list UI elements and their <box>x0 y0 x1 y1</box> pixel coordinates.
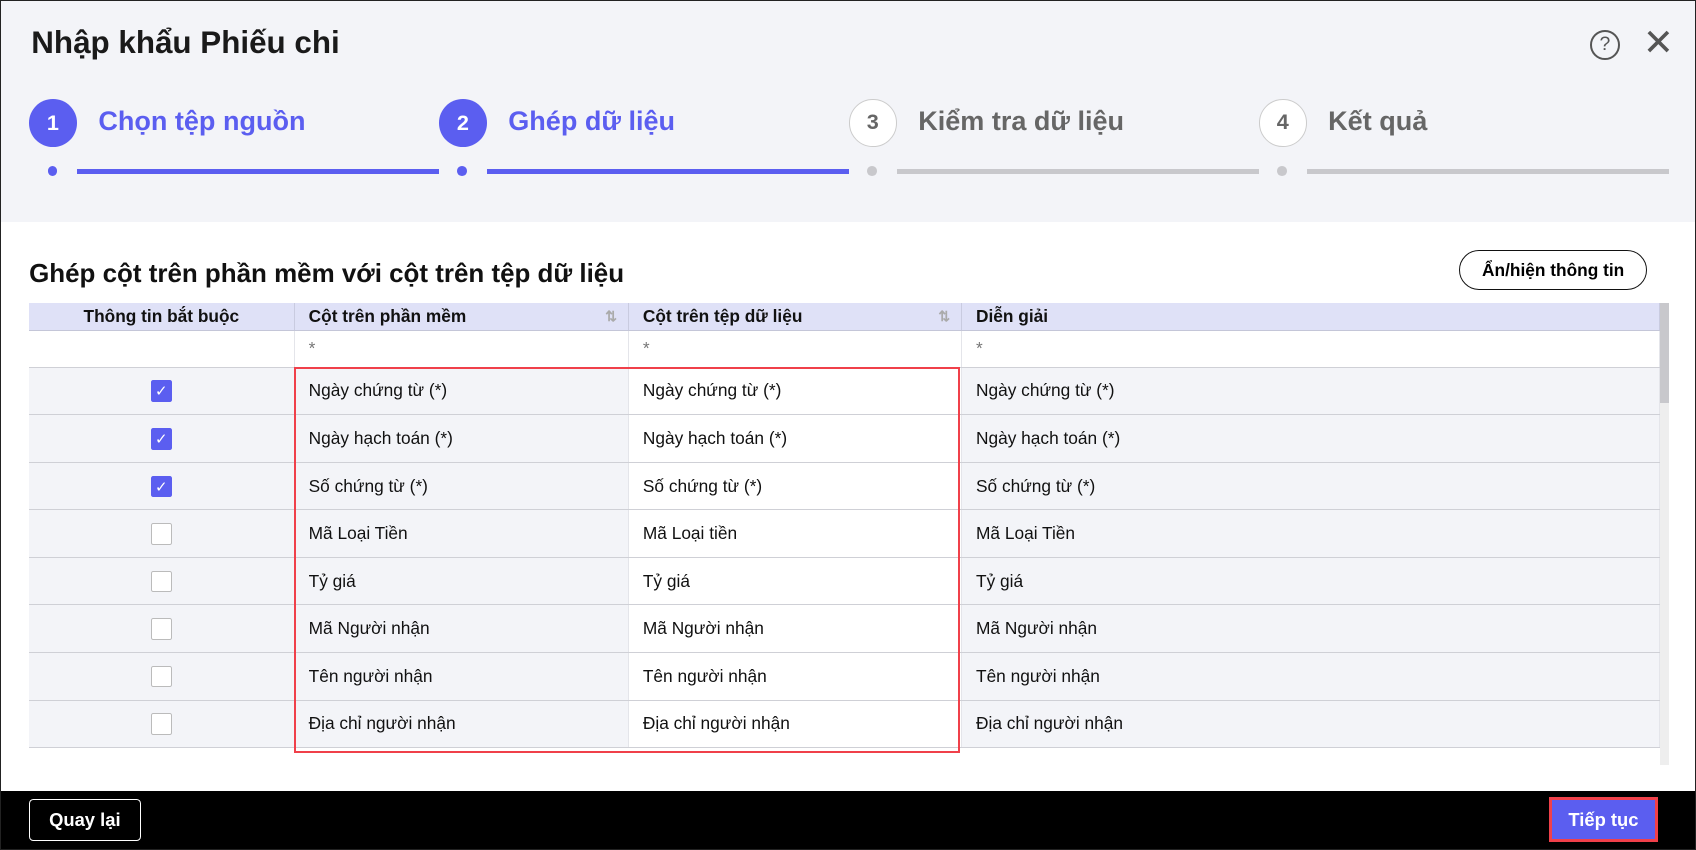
scrollbar-thumb[interactable] <box>1660 302 1669 404</box>
step-number: 3 <box>848 99 897 147</box>
description-cell: Tỷ giá <box>961 557 1661 606</box>
step-dot <box>457 166 468 177</box>
required-cell <box>29 557 295 606</box>
step-label: Kiểm tra dữ liệu <box>918 105 1125 136</box>
required-checkbox[interactable] <box>150 523 173 545</box>
description-cell: Ngày hạch toán (*) <box>961 414 1661 463</box>
step-label: Ghép dữ liệu <box>508 105 676 136</box>
filter-software-input[interactable]: * <box>294 330 629 368</box>
required-cell <box>29 604 295 654</box>
import-dialog: Nhập khẩu Phiếu chi ? ✕ 1 Chọn tệp nguồn… <box>0 0 1696 850</box>
step-number: 2 <box>439 99 487 147</box>
step-label: Chọn tệp nguồn <box>98 105 306 136</box>
help-icon[interactable]: ? <box>1589 30 1620 61</box>
filter-cell <box>29 330 295 368</box>
description-cell: Mã Loại Tiền <box>961 509 1661 558</box>
description-cell: Tên người nhận <box>961 652 1661 701</box>
required-checkbox[interactable] <box>150 618 173 640</box>
header-label: Cột trên phần mềm <box>308 305 467 326</box>
required-checkbox[interactable] <box>150 713 173 736</box>
dialog-title: Nhập khẩu Phiếu chi <box>31 24 340 60</box>
highlight-box <box>294 366 961 754</box>
step-progress-bar <box>896 168 1259 175</box>
required-cell: ✓ <box>29 462 295 511</box>
filter-row: * * * <box>29 330 1661 368</box>
sort-icon[interactable]: ⇅ <box>605 308 617 325</box>
step-progress-bar <box>76 168 440 175</box>
required-cell: ✓ <box>29 414 295 463</box>
toggle-info-button[interactable]: Ẩn/hiện thông tin <box>1459 249 1648 290</box>
required-checkbox[interactable]: ✓ <box>150 475 173 498</box>
dialog-footer: Quay lại Tiếp tục <box>1 790 1695 850</box>
description-cell: Ngày chứng từ (*) <box>961 367 1661 416</box>
close-icon[interactable]: ✕ <box>1643 24 1674 62</box>
column-header-file[interactable]: Cột trên tệp dữ liệu ⇅ <box>628 302 962 331</box>
required-checkbox[interactable]: ✓ <box>150 427 173 450</box>
column-header-required: Thông tin bắt buộc <box>29 302 295 331</box>
sort-icon[interactable]: ⇅ <box>938 308 950 325</box>
description-cell: Số chứng từ (*) <box>961 462 1661 511</box>
required-cell <box>29 700 295 749</box>
column-header-software[interactable]: Cột trên phần mềm ⇅ <box>294 302 629 331</box>
step-dot <box>867 166 878 177</box>
description-cell: Địa chỉ người nhận <box>961 700 1661 749</box>
required-cell <box>29 652 295 701</box>
required-cell: ✓ <box>29 367 295 416</box>
required-checkbox[interactable] <box>150 570 173 593</box>
step-dot <box>1277 166 1288 177</box>
step-number: 4 <box>1258 99 1307 147</box>
section-title: Ghép cột trên phần mềm với cột trên tệp … <box>29 259 625 288</box>
header-label: Cột trên tệp dữ liệu <box>642 305 803 326</box>
step-number: 1 <box>29 99 77 147</box>
required-cell <box>29 509 295 558</box>
step-label: Kết quả <box>1328 105 1428 136</box>
filter-file-input[interactable]: * <box>628 330 962 368</box>
scrollbar[interactable] <box>1660 302 1669 765</box>
back-button[interactable]: Quay lại <box>29 799 141 842</box>
step-progress-bar <box>486 168 849 175</box>
required-checkbox[interactable] <box>150 665 173 688</box>
required-checkbox[interactable]: ✓ <box>150 380 173 402</box>
column-header-description: Diễn giải <box>961 302 1661 331</box>
next-button[interactable]: Tiếp tục <box>1548 797 1659 843</box>
filter-description-input[interactable]: * <box>961 330 1661 368</box>
step-progress-bar <box>1306 168 1669 175</box>
step-dot <box>47 166 58 177</box>
dialog-header: Nhập khẩu Phiếu chi ? ✕ 1 Chọn tệp nguồn… <box>1 1 1695 222</box>
description-cell: Mã Người nhận <box>961 604 1661 654</box>
